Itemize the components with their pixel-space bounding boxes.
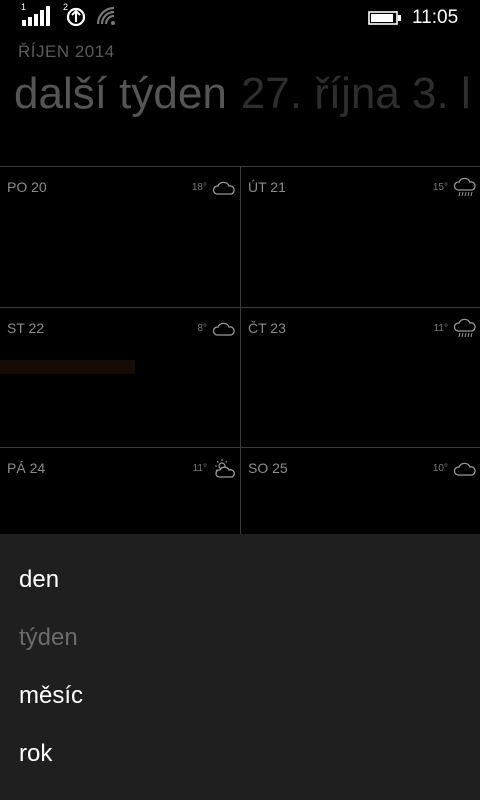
signal-strength-icon bbox=[22, 6, 50, 26]
day-label: PO 20 bbox=[7, 179, 47, 195]
menu-item-year[interactable]: rok bbox=[19, 740, 52, 768]
day-label: PÁ 24 bbox=[7, 460, 46, 476]
temperature: 11° bbox=[192, 463, 207, 474]
data-connection-icon bbox=[66, 7, 86, 26]
day-label: ČT 23 bbox=[248, 320, 286, 336]
menu-item-week[interactable]: týden bbox=[19, 624, 78, 652]
week-grid: PO 20 18° ÚT 21 15° ST 22 8° ČT 23 11° P… bbox=[0, 166, 480, 537]
day-cell-thu[interactable]: ČT 23 11° bbox=[241, 308, 480, 448]
temperature: 18° bbox=[191, 182, 207, 193]
cloud-icon bbox=[453, 462, 476, 476]
day-cell-tue[interactable]: ÚT 21 15° bbox=[241, 167, 480, 307]
day-cell-wed[interactable]: ST 22 8° bbox=[0, 308, 240, 448]
month-title: ŘÍJEN 2014 bbox=[18, 42, 115, 61]
temperature: 8° bbox=[197, 323, 207, 334]
view-menu: den týden měsíc rok bbox=[0, 534, 480, 800]
status-bar: 1 2 11:05 bbox=[0, 0, 480, 34]
partly-sunny-icon bbox=[215, 459, 235, 478]
temperature: 10° bbox=[432, 463, 448, 474]
menu-item-month[interactable]: měsíc bbox=[19, 682, 83, 710]
event-bar[interactable] bbox=[0, 360, 135, 374]
wifi-icon bbox=[96, 6, 115, 25]
day-label: ÚT 21 bbox=[248, 179, 286, 195]
day-label: ST 22 bbox=[7, 320, 45, 336]
temperature: 15° bbox=[432, 182, 448, 193]
day-label: SO 25 bbox=[248, 460, 288, 476]
pivot-item-next-week[interactable]: další týden bbox=[14, 69, 227, 118]
cloud-icon bbox=[212, 322, 235, 336]
battery-icon bbox=[368, 11, 401, 25]
temperature: 11° bbox=[433, 323, 448, 334]
day-cell-mon[interactable]: PO 20 18° bbox=[0, 167, 240, 307]
clock: 11:05 bbox=[412, 7, 459, 28]
pivot-item-date-range[interactable]: 27. října 3. l bbox=[241, 69, 471, 118]
pivot-header: další týden 27. října 3. l bbox=[14, 66, 471, 122]
cloud-rain-icon bbox=[453, 177, 476, 197]
cloud-rain-icon bbox=[453, 318, 476, 338]
cloud-icon bbox=[212, 181, 235, 195]
menu-item-day[interactable]: den bbox=[19, 566, 59, 594]
